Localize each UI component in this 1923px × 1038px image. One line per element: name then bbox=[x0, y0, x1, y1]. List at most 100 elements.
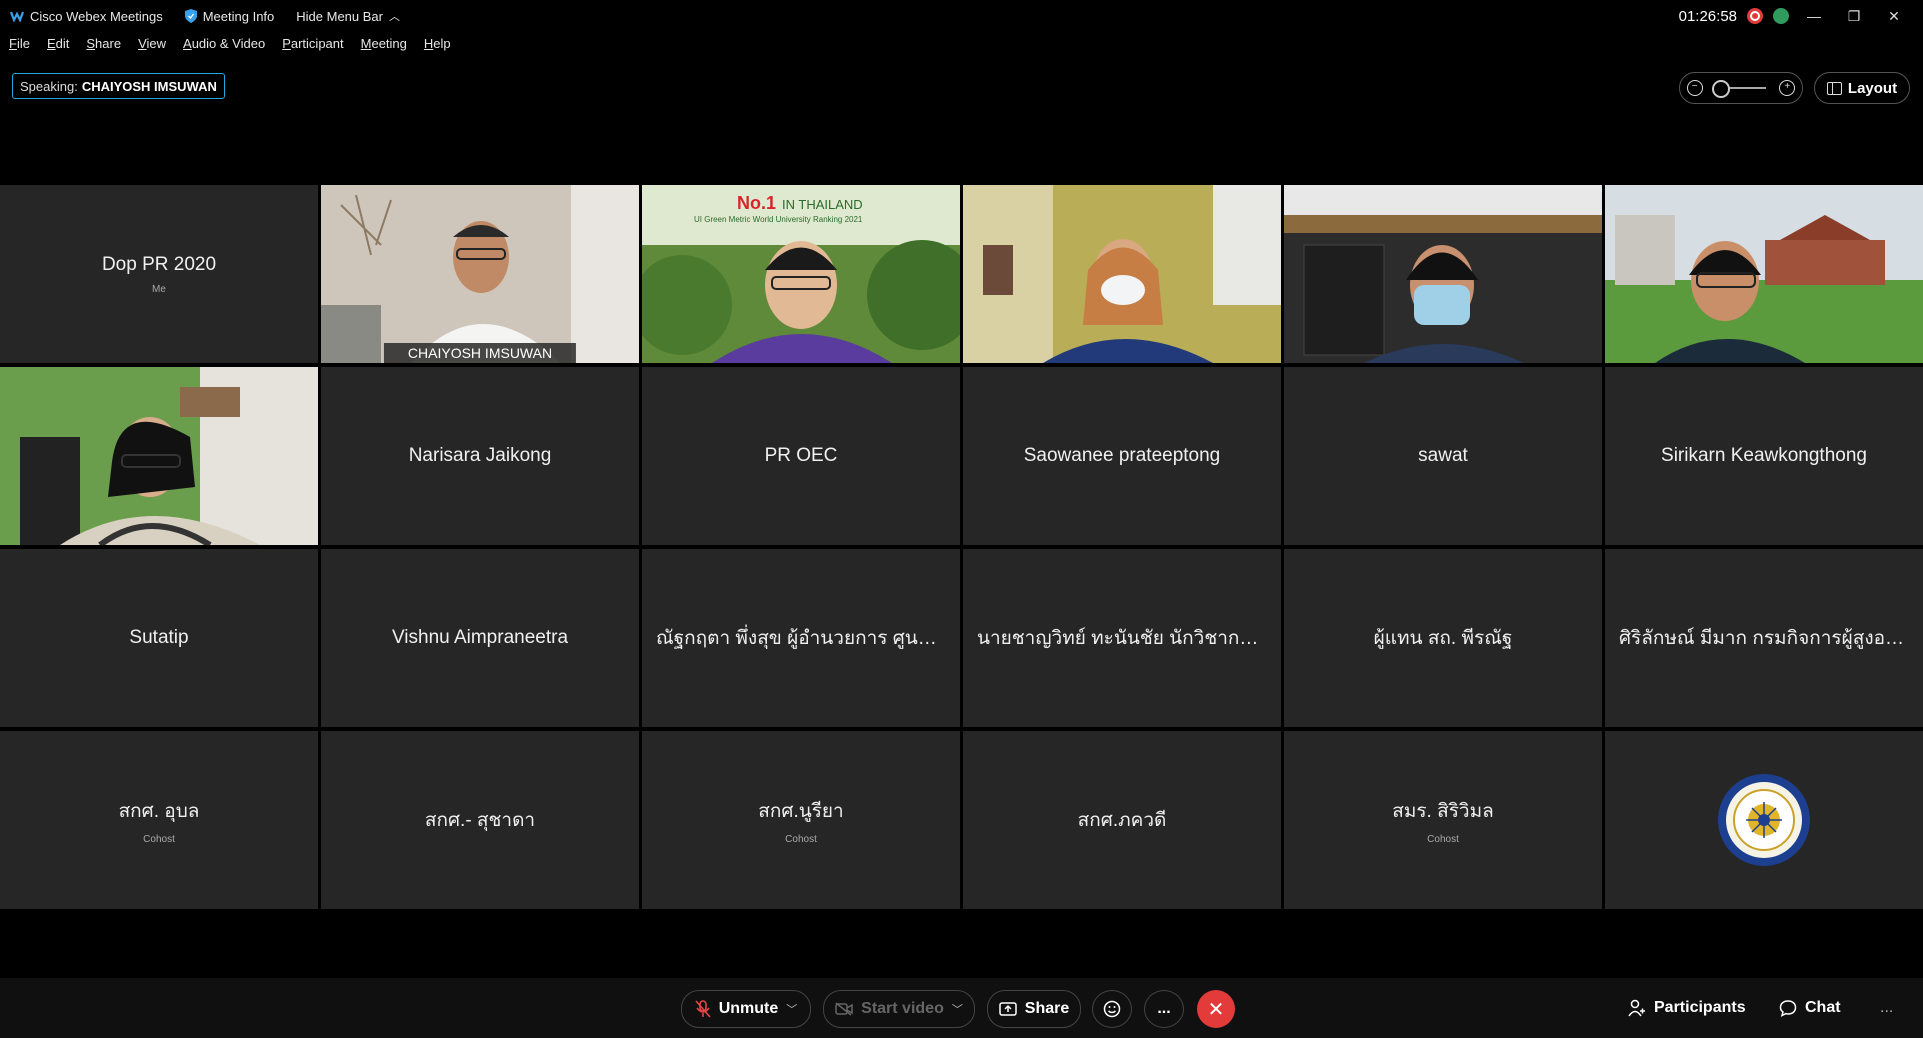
leave-meeting-button[interactable]: ✕ bbox=[1197, 990, 1235, 1028]
more-label: ... bbox=[1157, 1000, 1171, 1017]
participant-tile[interactable]: สกศ. อุบล Cohost bbox=[0, 731, 318, 909]
participant-tile[interactable] bbox=[1605, 731, 1923, 909]
participant-tile[interactable]: Sutatip bbox=[0, 549, 318, 727]
menu-meeting[interactable]: Meeting bbox=[361, 36, 407, 56]
overflow-label: ... bbox=[1880, 999, 1894, 1016]
close-icon[interactable]: ✕ bbox=[1879, 8, 1909, 25]
participant-tile[interactable]: นายชาญวิทย์ ทะนันชัย นักวิชาการแ... bbox=[963, 549, 1281, 727]
menu-participant[interactable]: Participant bbox=[282, 36, 343, 56]
participant-tile[interactable]: Vishnu Aimpraneetra bbox=[321, 549, 639, 727]
zoom-out-icon[interactable]: − bbox=[1686, 80, 1703, 96]
recording-icon[interactable] bbox=[1747, 8, 1763, 24]
participant-tile[interactable]: สกศ.นูรียา Cohost bbox=[642, 731, 960, 909]
unmute-label: Unmute bbox=[718, 1000, 779, 1017]
zoom-slider[interactable] bbox=[1711, 80, 1766, 98]
participant-tile[interactable]: PR OEC bbox=[642, 367, 960, 545]
layout-button[interactable]: Layout bbox=[1814, 72, 1910, 104]
participant-name: นายชาญวิทย์ ทะนันชัย นักวิชาการแ... bbox=[977, 628, 1267, 649]
participant-tile[interactable]: สกศ.- สุชาดา bbox=[321, 731, 639, 909]
participant-video bbox=[963, 185, 1281, 363]
participant-name: PR OEC bbox=[764, 445, 838, 466]
smiley-icon bbox=[1103, 1000, 1121, 1018]
speaking-name: CHAIYOSH IMSUWAN bbox=[81, 78, 217, 94]
menu-file[interactable]: File bbox=[9, 36, 30, 56]
unmute-button[interactable]: Unmute ﹀ bbox=[681, 990, 811, 1028]
participant-tile[interactable]: Saowanee prateeptong bbox=[963, 367, 1281, 545]
participant-video bbox=[1284, 185, 1602, 363]
participant-name: Saowanee prateeptong bbox=[1023, 445, 1221, 466]
share-label: Share bbox=[1024, 1000, 1070, 1017]
menu-share[interactable]: Share bbox=[86, 36, 121, 56]
participant-video bbox=[1605, 185, 1923, 363]
start-video-button[interactable]: Start video ﹀ bbox=[823, 990, 975, 1028]
share-icon bbox=[999, 1002, 1017, 1016]
participant-tile[interactable]: สมร. สิริวิมล Cohost bbox=[1284, 731, 1602, 909]
participant-tile[interactable]: Sirikarn Keawkongthong bbox=[1605, 367, 1923, 545]
participant-video-tile[interactable] bbox=[0, 367, 318, 545]
zoom-control[interactable]: − + bbox=[1679, 72, 1803, 104]
minimize-icon[interactable]: — bbox=[1799, 8, 1829, 24]
reactions-button[interactable] bbox=[1092, 990, 1132, 1028]
participant-tile[interactable]: sawat bbox=[1284, 367, 1602, 545]
participants-icon bbox=[1628, 999, 1645, 1017]
participant-name: ณัฐกฤตา พึ่งสุข ผู้อำนวยการ ศูนย์ ... bbox=[656, 628, 946, 649]
webex-logo-icon bbox=[10, 11, 24, 22]
organization-logo bbox=[1718, 774, 1810, 866]
participant-tile[interactable]: ศิริลักษณ์ มีมาก กรมกิจการผู้สูงอา... bbox=[1605, 549, 1923, 727]
participant-tile[interactable]: ณัฐกฤตา พึ่งสุข ผู้อำนวยการ ศูนย์ ... bbox=[642, 549, 960, 727]
banner-rank: No.1 bbox=[737, 193, 776, 213]
participant-name: Vishnu Aimpraneetra bbox=[391, 627, 569, 648]
control-bar: Unmute ﹀ Start video ﹀ Share ... ✕ Parti… bbox=[0, 978, 1923, 1038]
participant-video bbox=[321, 185, 639, 363]
participant-video-tile[interactable]: CHAIYOSH IMSUWAN bbox=[321, 185, 639, 363]
participant-video-tile[interactable] bbox=[963, 185, 1281, 363]
video-off-icon bbox=[835, 1002, 853, 1016]
active-speaker-badge: Speaking: CHAIYOSH IMSUWAN bbox=[12, 73, 225, 99]
participant-tile[interactable]: สกศ.ภควดี bbox=[963, 731, 1281, 909]
participant-name: สกศ.ภควดี bbox=[1077, 810, 1167, 831]
network-health-icon[interactable] bbox=[1773, 8, 1789, 24]
participant-tile[interactable]: Narisara Jaikong bbox=[321, 367, 639, 545]
participant-tile[interactable]: Dop PR 2020 Me bbox=[0, 185, 318, 363]
zoom-slider-knob[interactable] bbox=[1711, 80, 1730, 98]
overflow-menu-button[interactable]: ... bbox=[1880, 990, 1893, 1026]
menu-bar: File Edit Share View Audio & Video Parti… bbox=[0, 36, 459, 56]
participant-grid: Dop PR 2020 Me CHAIYOSH IMSUWAN No.1 IN … bbox=[0, 185, 1923, 909]
participant-name: Sutatip bbox=[129, 627, 189, 648]
participant-video-tile[interactable]: No.1 IN THAILAND UI Green Metric World U… bbox=[642, 185, 960, 363]
menu-help[interactable]: Help bbox=[424, 36, 451, 56]
more-options-button[interactable]: ... bbox=[1144, 990, 1184, 1028]
restore-icon[interactable]: ❐ bbox=[1839, 8, 1869, 25]
menu-audio-video[interactable]: Audio & Video bbox=[183, 36, 265, 56]
zoom-in-icon[interactable]: + bbox=[1779, 80, 1796, 96]
participant-name: Dop PR 2020 bbox=[101, 253, 217, 275]
chevron-down-icon[interactable]: ﹀ bbox=[952, 1001, 963, 1017]
meeting-info-label: Meeting Info bbox=[202, 8, 275, 24]
meeting-info-button[interactable]: Meeting Info bbox=[184, 8, 275, 24]
participant-role: Cohost bbox=[785, 833, 817, 845]
participants-button[interactable]: Participants bbox=[1628, 990, 1746, 1026]
participant-name: ผู้แทน สถ. พีรณัฐ bbox=[1373, 628, 1513, 649]
participant-video-tile[interactable] bbox=[1605, 185, 1923, 363]
participants-label: Participants bbox=[1654, 999, 1746, 1016]
chevron-down-icon[interactable]: ﹀ bbox=[786, 1001, 797, 1017]
layout-grid-icon bbox=[1826, 81, 1842, 95]
participant-name: สกศ.- สุชาดา bbox=[424, 810, 536, 831]
app-name: Cisco Webex Meetings bbox=[30, 8, 163, 24]
close-x-icon: ✕ bbox=[1207, 998, 1225, 1021]
participant-video-tile[interactable] bbox=[1284, 185, 1602, 363]
participant-tile[interactable]: ผู้แทน สถ. พีรณัฐ bbox=[1284, 549, 1602, 727]
shield-icon bbox=[184, 9, 197, 23]
hide-menu-bar-button[interactable]: Hide Menu Bar ︿ bbox=[296, 8, 400, 24]
menu-edit[interactable]: Edit bbox=[47, 36, 69, 56]
menu-view[interactable]: View bbox=[138, 36, 166, 56]
chat-button[interactable]: Chat bbox=[1779, 990, 1841, 1026]
participant-role: Me bbox=[152, 283, 166, 295]
app-title: Cisco Webex Meetings bbox=[10, 9, 163, 24]
participant-name-overlay: CHAIYOSH IMSUWAN bbox=[383, 343, 577, 363]
participant-name: sawat bbox=[1418, 445, 1468, 466]
participant-name: สมร. สิริวิมล bbox=[1392, 800, 1494, 822]
speaking-label: Speaking: bbox=[20, 78, 78, 94]
share-button[interactable]: Share bbox=[987, 990, 1081, 1028]
banner-rank-suffix: IN THAILAND bbox=[782, 197, 863, 212]
